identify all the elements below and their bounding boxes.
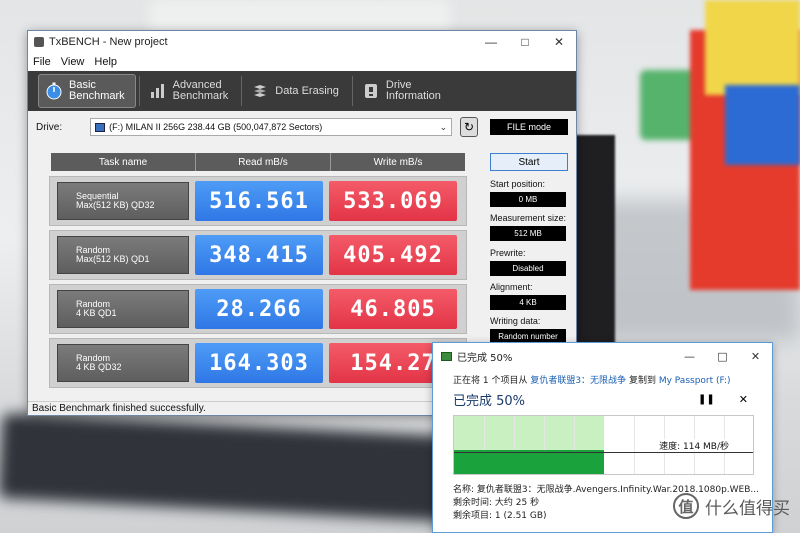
result-row: Random 4 KB QD1 28.266 46.805: [49, 284, 467, 334]
task-button[interactable]: Random Max(512 KB) QD1: [57, 236, 189, 274]
setting-prewrite: Prewrite: Disabled: [490, 248, 566, 276]
read-value: 164.303: [195, 343, 323, 383]
write-value: 533.069: [329, 181, 457, 221]
result-row: Random Max(512 KB) QD1 348.415 405.492: [49, 230, 467, 280]
drive-select[interactable]: (F:) MILAN II 256G 238.44 GB (500,047,87…: [90, 118, 453, 136]
task-button[interactable]: Sequential Max(512 KB) QD32: [57, 182, 189, 220]
minimize-icon[interactable]: —: [673, 350, 706, 363]
result-row: Random 4 KB QD32 164.303 154.27: [49, 338, 467, 388]
app-icon: [34, 37, 44, 47]
dest-link[interactable]: My Passport (F:): [659, 376, 731, 386]
mode-indicator: FILE mode: [490, 119, 568, 135]
bar-chart-icon: [149, 82, 167, 100]
window-title: TxBENCH - New project: [49, 36, 168, 48]
read-value: 28.266: [195, 289, 323, 329]
speed-label: 速度: 114 MB/秒: [659, 439, 729, 452]
copy-icon: [441, 351, 452, 361]
watermark-logo-icon: 值: [673, 493, 699, 519]
pause-icon[interactable]: ❚❚: [698, 394, 715, 405]
close-icon[interactable]: ✕: [542, 35, 576, 49]
close-icon[interactable]: ✕: [739, 350, 772, 363]
refresh-button[interactable]: ↻: [460, 117, 478, 137]
watermark-text: 什么值得买: [705, 498, 790, 519]
setting-alignment: Alignment: 4 KB: [490, 282, 566, 310]
menu-file[interactable]: File: [33, 56, 51, 68]
refresh-icon: ↻: [463, 120, 475, 134]
maximize-icon[interactable]: □: [508, 35, 542, 49]
tab-basic-benchmark[interactable]: Basic Benchmark: [38, 74, 136, 108]
copy-title: 已完成 50%: [457, 352, 513, 364]
minimize-icon[interactable]: —: [474, 35, 508, 49]
drive-row: Drive: (F:) MILAN II 256G 238.44 GB (500…: [36, 118, 453, 136]
speed-graph: 速度: 114 MB/秒: [453, 415, 754, 475]
disk-icon: [95, 122, 106, 132]
drive-value: (F:) MILAN II 256G 238.44 GB (500,047,87…: [109, 122, 323, 132]
percent-complete: 已完成 50%: [453, 394, 526, 409]
tab-drive-information[interactable]: Drive Information: [356, 74, 451, 108]
task-button[interactable]: Random 4 KB QD1: [57, 290, 189, 328]
copy-description: 正在将 1 个项目从 复仇者联盟3：无限战争 复制到 My Passport (…: [453, 376, 731, 386]
cancel-icon[interactable]: ✕: [739, 393, 748, 406]
col-task-name: Task name: [51, 153, 196, 171]
col-read: Read mB/s: [196, 153, 331, 171]
result-row: Sequential Max(512 KB) QD32 516.561 533.0…: [49, 176, 467, 226]
copy-title-bar: 已完成 50% — □ ✕: [433, 343, 772, 369]
results-header: Task name Read mB/s Write mB/s: [51, 153, 465, 171]
chevron-down-icon: ⌄: [439, 121, 448, 132]
drive-info-icon: [362, 82, 380, 100]
read-value: 348.415: [195, 235, 323, 275]
tab-data-erasing[interactable]: Data Erasing: [245, 74, 349, 108]
eraser-icon: [251, 82, 269, 100]
task-button[interactable]: Random 4 KB QD32: [57, 344, 189, 382]
source-link[interactable]: 复仇者联盟3：无限战争: [530, 376, 626, 386]
stopwatch-icon: [45, 82, 63, 100]
col-write: Write mB/s: [331, 153, 465, 171]
setting-measurement-size: Measurement size: 512 MB: [490, 213, 566, 241]
menu-bar: File View Help: [28, 53, 576, 71]
speed-area: [454, 450, 604, 474]
drive-label: Drive:: [36, 121, 63, 133]
write-value: 46.805: [329, 289, 457, 329]
prewrite-field[interactable]: Disabled: [490, 261, 566, 276]
start-position-field[interactable]: 0 MB: [490, 192, 566, 207]
menu-help[interactable]: Help: [94, 56, 117, 68]
maximize-icon[interactable]: □: [706, 350, 739, 363]
setting-start-position: Start position: 0 MB: [490, 179, 566, 207]
alignment-field[interactable]: 4 KB: [490, 295, 566, 310]
tab-bar: Basic Benchmark Advanced Benchmark Data Er…: [28, 71, 576, 111]
title-bar: TxBENCH - New project — □ ✕: [28, 31, 576, 53]
measurement-size-field[interactable]: 512 MB: [490, 226, 566, 241]
start-button[interactable]: Start: [490, 153, 568, 171]
speed-line: [454, 452, 753, 453]
tab-advanced-benchmark[interactable]: Advanced Benchmark: [143, 74, 239, 108]
watermark: 值 什么值得买: [673, 493, 790, 519]
read-value: 516.561: [195, 181, 323, 221]
write-value: 405.492: [329, 235, 457, 275]
menu-view[interactable]: View: [61, 56, 85, 68]
setting-writing-data: Writing data: Random number: [490, 316, 566, 344]
